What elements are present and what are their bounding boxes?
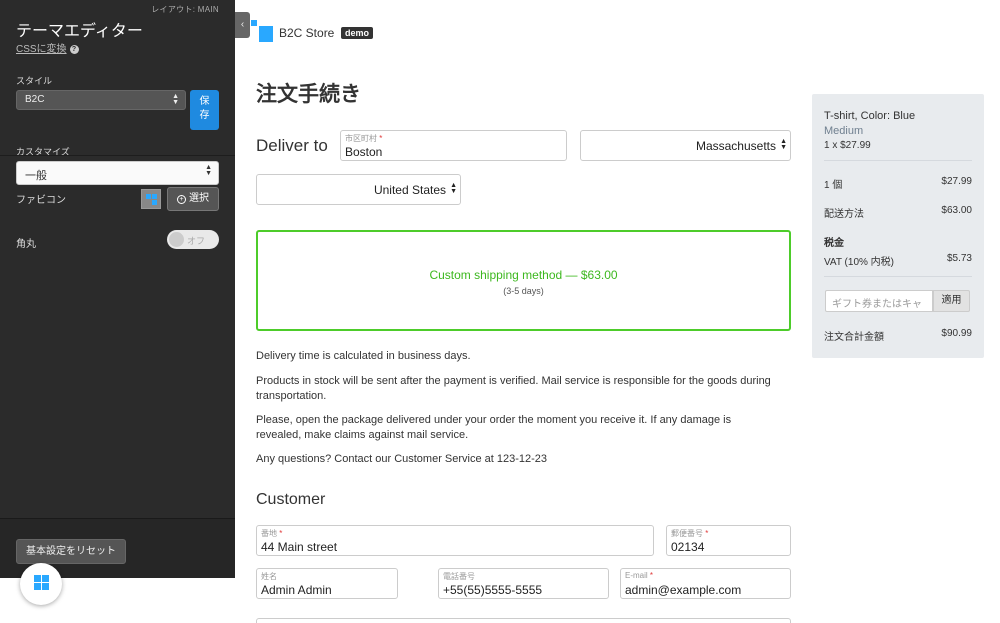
phone-field-value: +55(55)5555-5555 bbox=[443, 583, 543, 597]
package-info-text: Please, open the package delivered under… bbox=[256, 414, 732, 441]
summary-divider bbox=[824, 160, 972, 161]
choose-favicon-button[interactable]: + 選択 bbox=[167, 187, 219, 211]
country-select-value: United States bbox=[373, 183, 446, 197]
editor-divider bbox=[0, 155, 235, 156]
plus-circle-icon: + bbox=[177, 195, 186, 204]
shipping-method-days: (3-5 days) bbox=[503, 286, 544, 296]
summary-product-variant: Medium bbox=[824, 125, 864, 137]
deliver-to-heading: Deliver to bbox=[256, 136, 328, 155]
toggle-knob bbox=[169, 232, 184, 247]
summary-divider bbox=[824, 276, 972, 277]
favicon-preview-icon bbox=[141, 189, 161, 209]
summary-shipping-label: 配送方法 bbox=[824, 209, 864, 220]
chevron-left-icon: ‹ bbox=[240, 19, 245, 30]
summary-shipping-value: $63.00 bbox=[941, 205, 972, 216]
phone-field-label: 電話番号 bbox=[443, 572, 475, 581]
store-name[interactable]: B2C Store bbox=[279, 26, 334, 40]
customer-heading: Customer bbox=[256, 491, 326, 508]
summary-items-row: 1 個 $27.99 bbox=[824, 176, 972, 191]
summary-vat-row: VAT (10% 内税) $5.73 bbox=[824, 253, 972, 268]
zip-label-text: 郵便番号 bbox=[671, 529, 703, 538]
city-field-value: Boston bbox=[345, 145, 383, 159]
contact-info-text: Any questions? Contact our Customer Serv… bbox=[256, 453, 548, 465]
choose-label: 選択 bbox=[189, 193, 209, 204]
summary-vat-value: $5.73 bbox=[946, 253, 972, 264]
summary-product-name[interactable]: T-shirt, Color: Blue bbox=[824, 110, 972, 122]
page-title: 注文手続き bbox=[256, 83, 361, 106]
customize-label: カスタマイズ bbox=[16, 147, 70, 157]
style-select[interactable]: B2C ▲ ▼ bbox=[16, 90, 186, 110]
style-label: スタイル bbox=[16, 76, 53, 86]
gift-certificate-input[interactable]: ギフト券またはキャ bbox=[825, 290, 933, 312]
zip-field-value: 02134 bbox=[671, 540, 705, 554]
city-label-text: 市区町村 bbox=[345, 134, 377, 143]
save-button-label: 保存 bbox=[199, 96, 210, 121]
summary-items-label: 1 個 bbox=[824, 180, 843, 191]
toggle-state-label: オフ bbox=[187, 236, 206, 246]
customize-select-value: 一般 bbox=[25, 170, 47, 182]
store-logo-icon[interactable] bbox=[251, 20, 273, 42]
email-field-value: admin@example.com bbox=[625, 583, 742, 597]
city-field-label: 市区町村 * bbox=[345, 134, 383, 143]
rounded-corners-toggle[interactable]: オフ bbox=[167, 230, 219, 249]
convert-to-css-label: CSSに変換 bbox=[16, 44, 67, 55]
email-label-text: E-mail bbox=[625, 571, 648, 580]
floating-menu-button[interactable] bbox=[20, 563, 62, 605]
select-arrows-icon: ▲ ▼ bbox=[205, 164, 212, 177]
summary-product-qty-price: 1 x $27.99 bbox=[824, 140, 871, 151]
next-field[interactable] bbox=[256, 618, 791, 623]
save-button[interactable]: 保存 bbox=[190, 90, 219, 130]
phone-field[interactable]: 電話番号 +55(55)5555-5555 bbox=[438, 568, 609, 599]
summary-vat-label: VAT (10% 内税) bbox=[824, 257, 895, 268]
customize-select[interactable]: 一般 ▲ ▼ bbox=[16, 161, 219, 185]
summary-items-value: $27.99 bbox=[941, 176, 972, 187]
summary-total-value: $90.99 bbox=[941, 328, 972, 339]
order-summary: T-shirt, Color: Blue Medium 1 x $27.99 1… bbox=[812, 94, 984, 358]
city-field[interactable]: 市区町村 * Boston bbox=[340, 130, 567, 161]
theme-editor-panel: レイアウト: MAIN テーマエディター CSSに変換? スタイル B2C ▲ ▼… bbox=[0, 0, 235, 578]
page: レイアウト: MAIN テーマエディター CSSに変換? スタイル B2C ▲ ▼… bbox=[0, 0, 1000, 623]
shipping-method-name: Custom shipping method — $63.00 bbox=[429, 268, 618, 282]
select-arrows-icon: ▲ ▼ bbox=[780, 138, 787, 151]
name-field-value: Admin Admin bbox=[261, 583, 332, 597]
rounded-corners-label: 角丸 bbox=[16, 239, 36, 250]
shipping-method-option[interactable]: Custom shipping method — $63.00 (3-5 day… bbox=[256, 230, 791, 331]
apply-gift-button[interactable]: 適用 bbox=[933, 290, 970, 312]
address-field[interactable]: 番地 * 44 Main street bbox=[256, 525, 654, 556]
zip-field[interactable]: 郵便番号 * 02134 bbox=[666, 525, 791, 556]
summary-total-label: 注文合計金額 bbox=[824, 332, 884, 343]
select-arrows-icon: ▲ ▼ bbox=[172, 93, 179, 106]
summary-total-row: 注文合計金額 $90.99 bbox=[824, 328, 972, 343]
email-field[interactable]: E-mail * admin@example.com bbox=[620, 568, 791, 599]
select-arrows-icon: ▲ ▼ bbox=[450, 182, 457, 195]
name-field[interactable]: 姓名 Admin Admin bbox=[256, 568, 398, 599]
state-select[interactable]: Massachusetts ▲ ▼ bbox=[580, 130, 791, 161]
stock-info-text: Products in stock will be sent after the… bbox=[256, 375, 771, 402]
help-icon[interactable]: ? bbox=[69, 45, 79, 54]
address-label-text: 番地 bbox=[261, 529, 277, 538]
address-field-label: 番地 * bbox=[261, 529, 283, 538]
email-field-label: E-mail * bbox=[625, 571, 654, 580]
address-field-value: 44 Main street bbox=[261, 540, 338, 554]
zip-field-label: 郵便番号 * bbox=[671, 529, 709, 538]
country-select[interactable]: United States ▲ ▼ bbox=[256, 174, 461, 205]
delivery-info-text: Delivery time is calculated in business … bbox=[256, 350, 471, 362]
demo-badge: demo bbox=[341, 27, 374, 39]
favicon-label: ファビコン bbox=[16, 195, 66, 206]
name-field-label: 姓名 bbox=[261, 572, 277, 581]
summary-shipping-row: 配送方法 $63.00 bbox=[824, 205, 972, 220]
layout-tag: レイアウト: MAIN bbox=[151, 5, 219, 14]
reset-settings-button[interactable]: 基本設定をリセット bbox=[16, 539, 126, 564]
theme-editor-title: テーマエディター bbox=[16, 23, 143, 40]
summary-tax-title: 税金 bbox=[824, 238, 844, 249]
style-select-value: B2C bbox=[25, 94, 45, 105]
convert-to-css-link[interactable]: CSSに変換? bbox=[16, 40, 79, 55]
state-select-value: Massachusetts bbox=[695, 139, 776, 153]
collapse-editor-button[interactable]: ‹ bbox=[235, 12, 250, 38]
